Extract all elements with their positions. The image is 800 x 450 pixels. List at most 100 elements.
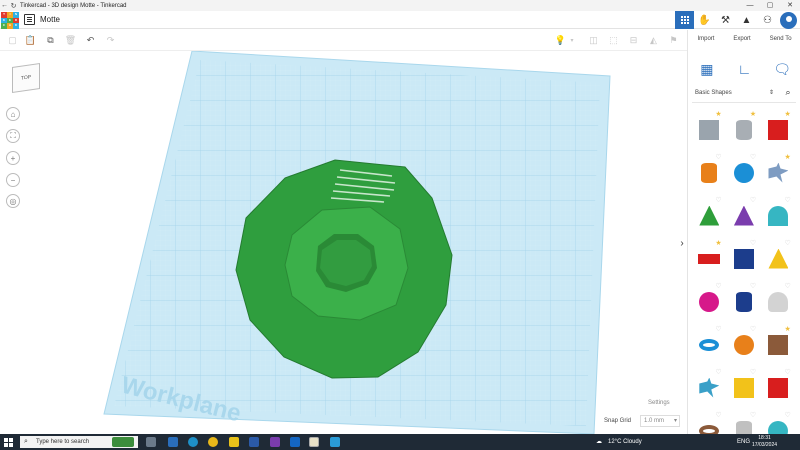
panel-collapse-chevron-icon[interactable]: › — [677, 236, 687, 250]
outlook-icon[interactable] — [290, 437, 300, 447]
heart-outline-icon[interactable]: ♡ — [750, 411, 756, 419]
tinkercad-logo[interactable]: T I N K E R C A D — [1, 12, 19, 29]
circuits-icon[interactable]: ✋ — [694, 11, 715, 29]
word-icon[interactable] — [249, 437, 259, 447]
light-bulb-icon[interactable]: 💡 — [554, 34, 567, 47]
minimize-button[interactable]: — — [740, 0, 760, 11]
close-button[interactable]: ✕ — [780, 0, 800, 11]
mirror-icon[interactable]: ◭ — [647, 34, 660, 47]
design-name[interactable]: Motte — [40, 14, 60, 26]
import-button[interactable]: Import — [697, 36, 714, 42]
heart-outline-icon[interactable]: ♡ — [715, 368, 721, 376]
heart-outline-icon[interactable]: ♡ — [785, 239, 791, 247]
design-menu-icon[interactable] — [24, 14, 35, 25]
zoom-in-button[interactable]: + — [6, 151, 20, 165]
delete-icon[interactable]: 🗑 — [64, 34, 77, 47]
shape-tile-scribble[interactable]: ★ — [761, 151, 796, 194]
refresh-icon[interactable]: ↻ — [9, 1, 18, 10]
task-view-icon[interactable] — [146, 437, 156, 447]
cruise-icon[interactable]: ⚑ — [667, 34, 680, 47]
shape-tile-pyramid[interactable]: ♡ — [761, 237, 796, 280]
heart-outline-icon[interactable]: ♡ — [750, 196, 756, 204]
shape-tile-cylinder[interactable]: ♡ — [692, 151, 727, 194]
heart-outline-icon[interactable]: ♡ — [750, 239, 756, 247]
shape-tile-torus[interactable]: ♡ — [692, 323, 727, 366]
group-icon[interactable]: ◫ — [587, 34, 600, 47]
shape-tile-icosahedron[interactable]: ♡ — [761, 366, 796, 409]
back-icon[interactable]: ← — [0, 1, 9, 10]
chrome-icon[interactable] — [208, 437, 218, 447]
heart-outline-icon[interactable]: ♡ — [750, 153, 756, 161]
zoom-out-button[interactable]: − — [6, 173, 20, 187]
ungroup-icon[interactable]: ⬚ — [607, 34, 620, 47]
shape-tile-roof[interactable]: ♡ — [692, 194, 727, 237]
star-icon[interactable]: ★ — [715, 110, 721, 118]
heart-outline-icon[interactable]: ♡ — [715, 325, 721, 333]
search-icon[interactable]: ⌕ — [781, 85, 795, 99]
heart-outline-icon[interactable]: ♡ — [785, 411, 791, 419]
3d-view-button[interactable] — [675, 11, 694, 29]
add-user-icon[interactable]: ⚇ — [757, 11, 778, 29]
snap-grid-select[interactable]: 1.0 mm ▾ — [640, 415, 680, 427]
chevron-down-icon[interactable]: ▾ — [568, 34, 576, 47]
shape-tile-cone[interactable]: ♡ — [727, 194, 762, 237]
notes-icon[interactable]: 🗨 — [772, 59, 792, 79]
shape-tile-heart-ish[interactable]: ♡ — [727, 366, 762, 409]
redo-icon[interactable]: ↷ — [104, 34, 117, 47]
shape-tile-box-striped[interactable]: ★ — [692, 108, 727, 151]
settings-link[interactable]: Settings — [648, 400, 670, 406]
shape-tile-polygon[interactable]: ♡ — [727, 280, 762, 323]
shape-tile-text[interactable]: ★ — [692, 237, 727, 280]
weather-text[interactable]: 12°C Cloudy — [608, 434, 642, 450]
shape-tile-star[interactable]: ♡ — [692, 366, 727, 409]
notes-app-icon[interactable] — [309, 437, 319, 447]
workplane-icon[interactable]: ▦ — [697, 59, 717, 79]
align-icon[interactable]: ⊟ — [627, 34, 640, 47]
3d-viewport[interactable]: Workplane TOP ⌂ ⛶ + − ◎ — [0, 51, 687, 434]
export-button[interactable]: Export — [733, 36, 750, 42]
shape-tile-tube[interactable]: ♡ — [727, 323, 762, 366]
shape-tile-shape-generator[interactable]: ★ — [761, 323, 796, 366]
avatar[interactable] — [780, 11, 797, 29]
heart-outline-icon[interactable]: ♡ — [715, 153, 721, 161]
fit-view-button[interactable]: ⛶ — [6, 129, 20, 143]
paste-icon[interactable]: 📋 — [24, 34, 37, 47]
heart-outline-icon[interactable]: ♡ — [715, 411, 721, 419]
windows-start-icon[interactable] — [3, 437, 13, 447]
star-icon[interactable]: ★ — [750, 110, 756, 118]
shape-tile-cylinder-striped[interactable]: ★ — [727, 108, 762, 151]
perspective-button[interactable]: ◎ — [6, 194, 20, 208]
heart-outline-icon[interactable]: ♡ — [750, 282, 756, 290]
undo-icon[interactable]: ↶ — [84, 34, 97, 47]
file-explorer-icon[interactable] — [229, 437, 239, 447]
send-to-button[interactable]: Send To — [770, 36, 792, 42]
heart-outline-icon[interactable]: ♡ — [785, 368, 791, 376]
star-icon[interactable]: ★ — [785, 153, 791, 161]
heart-outline-icon[interactable]: ♡ — [715, 196, 721, 204]
ruler-icon[interactable]: ∟ — [734, 59, 754, 79]
shape-tile-sphere[interactable]: ♡ — [727, 151, 762, 194]
shape-tile-paraboloid[interactable]: ♡ — [761, 280, 796, 323]
shapes-category-select[interactable]: Basic Shapes ⇕ — [692, 85, 778, 99]
maximize-button[interactable]: ▢ — [760, 0, 780, 11]
language-indicator[interactable]: ENG — [737, 434, 750, 450]
duplicate-icon[interactable]: ⧉ — [44, 34, 57, 47]
heart-outline-icon[interactable]: ♡ — [785, 282, 791, 290]
shape-tile-half-sphere[interactable]: ♡ — [692, 280, 727, 323]
heart-outline-icon[interactable]: ♡ — [785, 196, 791, 204]
lessons-icon[interactable]: ▲ — [736, 11, 757, 29]
view-cube[interactable]: TOP — [12, 63, 40, 93]
shape-tile-box[interactable]: ★ — [761, 108, 796, 151]
app-icon[interactable] — [168, 437, 178, 447]
star-icon[interactable]: ★ — [785, 110, 791, 118]
star-icon[interactable]: ★ — [785, 325, 791, 333]
taskbar-clock[interactable]: 18:31 17/03/2024 — [752, 435, 777, 449]
heart-outline-icon[interactable]: ♡ — [750, 368, 756, 376]
new-shape-icon[interactable]: ▢ — [6, 34, 19, 47]
codeblocks-icon[interactable]: ⚒ — [715, 11, 736, 29]
teams-icon[interactable] — [270, 437, 280, 447]
heart-outline-icon[interactable]: ♡ — [715, 282, 721, 290]
star-icon[interactable]: ★ — [715, 239, 721, 247]
weather-icon[interactable]: ☁ — [596, 434, 602, 450]
heart-outline-icon[interactable]: ♡ — [750, 325, 756, 333]
